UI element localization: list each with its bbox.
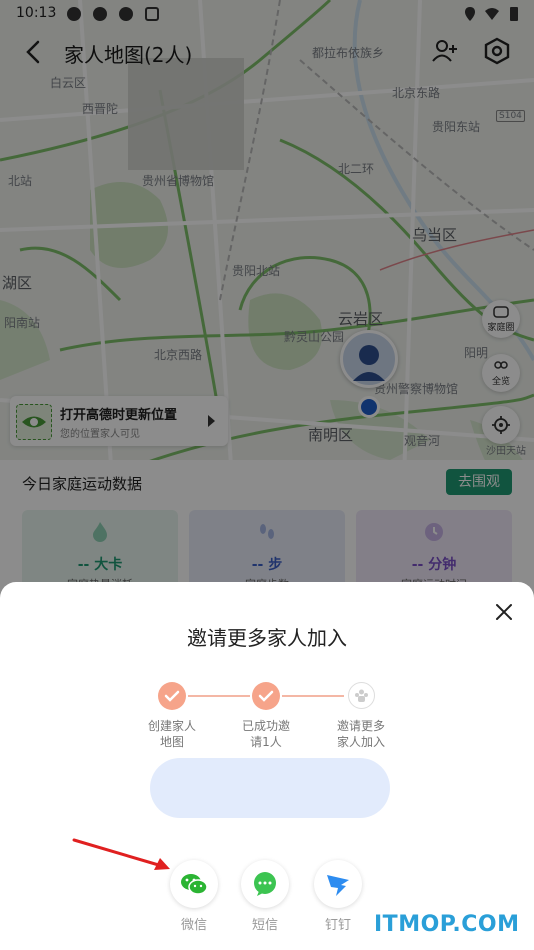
step-3-label-line: 邀请更多 bbox=[336, 719, 385, 733]
share-sms-label: 短信 bbox=[251, 918, 278, 933]
share-sms-button[interactable] bbox=[241, 860, 289, 908]
sheet-title: 邀请更多家人加入 bbox=[187, 626, 347, 650]
check-icon bbox=[164, 690, 180, 702]
check-icon bbox=[258, 690, 274, 702]
share-wechat-label: 微信 bbox=[180, 918, 207, 933]
step-1-label: 创建家人 地图 bbox=[132, 718, 212, 750]
close-icon[interactable] bbox=[492, 600, 516, 624]
step-1-label-line: 创建家人 bbox=[147, 719, 196, 733]
step-2-indicator bbox=[252, 682, 280, 710]
step-connector bbox=[282, 695, 344, 697]
watermark: ITMOP.COM bbox=[374, 912, 520, 937]
step-3-label: 邀请更多 家人加入 bbox=[321, 718, 401, 750]
annotation-arrow-icon bbox=[72, 838, 170, 870]
blurred-invite-code bbox=[150, 758, 390, 818]
step-connector bbox=[188, 695, 250, 697]
sms-icon bbox=[254, 872, 276, 896]
share-dingtalk-label: 钉钉 bbox=[324, 918, 351, 933]
step-2-label-line: 已成功邀 bbox=[241, 719, 290, 733]
invite-sheet: 邀请更多家人加入 创建家人 地图 已成功邀 请1人 邀请更多 家人加入 微信 短… bbox=[0, 582, 534, 950]
step-3-indicator bbox=[348, 682, 375, 709]
step-2-label: 已成功邀 请1人 bbox=[226, 718, 306, 750]
step-2-label-line: 请1人 bbox=[250, 735, 282, 749]
step-1-indicator bbox=[158, 682, 186, 710]
share-dingtalk-button[interactable] bbox=[314, 860, 362, 908]
family-icon bbox=[355, 689, 368, 702]
step-3-label-line: 家人加入 bbox=[336, 735, 385, 749]
step-1-label-line: 地图 bbox=[159, 735, 184, 749]
dingtalk-icon bbox=[327, 875, 349, 896]
